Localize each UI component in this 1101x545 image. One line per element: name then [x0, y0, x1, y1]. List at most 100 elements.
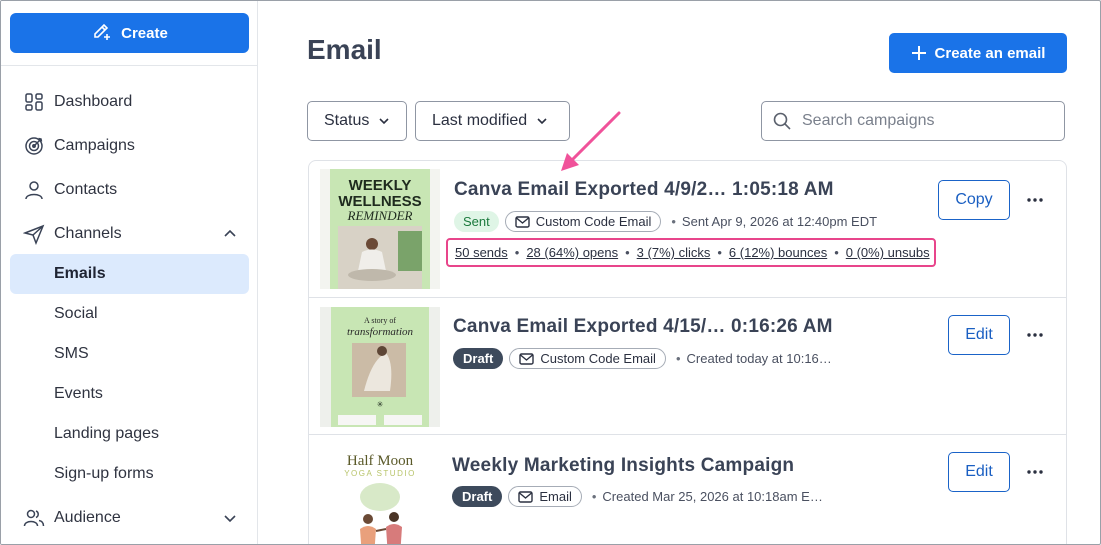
sidebar-item-label: Campaigns: [54, 137, 135, 154]
sidebar-item-label: Dashboard: [54, 93, 133, 110]
campaign-row[interactable]: WEEKLY WELLNESS REMINDER Canva Email Exp…: [309, 161, 1066, 298]
dashboard-icon: [23, 91, 45, 113]
sidebar-item-label: Social: [54, 305, 98, 322]
transformation-thumbnail-art: A story of transformation ✳: [320, 307, 440, 427]
campaign-row[interactable]: A story of transformation ✳ Canva Email …: [309, 298, 1066, 435]
search-box[interactable]: [761, 101, 1065, 141]
sidebar-item-signup-forms[interactable]: Sign-up forms: [10, 454, 249, 494]
sidebar-item-label: SMS: [54, 345, 89, 362]
chevron-up-icon: [224, 229, 236, 237]
unsubs-link[interactable]: 0 (0%) unsubs: [846, 245, 930, 260]
search-input[interactable]: [802, 112, 1052, 130]
separator-dot: •: [671, 214, 676, 229]
sort-label: Last modified: [432, 112, 528, 129]
sidebar-item-audience[interactable]: Audience: [10, 498, 249, 538]
separator-dot: •: [675, 351, 681, 366]
sidebar-item-label: Sign-up forms: [54, 465, 154, 482]
edit-button[interactable]: Edit: [948, 452, 1010, 492]
sidebar-item-events[interactable]: Events: [10, 374, 249, 414]
chevron-down-icon: [537, 118, 547, 125]
envelope-icon: [519, 352, 535, 365]
separator-dot: •: [591, 489, 597, 504]
bounces-link[interactable]: 6 (12%) bounces: [729, 245, 827, 260]
thumb-line2: transformation: [347, 326, 414, 338]
stats-bar: 50 sends • 28 (64%) opens • 3 (7%) clicks •…: [446, 238, 936, 267]
plus-icon: [911, 46, 926, 60]
created-date: Created today at 10:16…: [686, 351, 832, 366]
sort-dropdown[interactable]: Last modified: [415, 101, 570, 141]
campaign-row[interactable]: Half Moon YOGA STUDIO Weekly Marketing I…: [309, 435, 1066, 544]
envelope-icon: [518, 490, 534, 503]
create-email-label: Create an email: [934, 44, 1046, 62]
type-label: Custom Code Email: [535, 214, 652, 229]
edit-button[interactable]: Edit: [948, 315, 1010, 355]
create-button-label: Create: [121, 24, 168, 42]
wellness-thumbnail-art: WEEKLY WELLNESS REMINDER: [320, 169, 440, 289]
email-thumbnail: Half Moon YOGA STUDIO: [320, 445, 440, 544]
campaign-title[interactable]: Canva Email Exported 4/15/… 0:16:26 AM: [453, 316, 833, 338]
status-badge: Draft: [453, 348, 504, 369]
type-label: Custom Code Email: [540, 351, 656, 366]
envelope-icon: [515, 215, 530, 228]
separator-dot: •: [717, 245, 722, 260]
sidebar-item-label: Emails: [54, 265, 106, 282]
campaign-meta: Sent Custom Code Email • Sent Apr 9, 202…: [454, 211, 877, 232]
sidebar-item-landing-pages[interactable]: Landing pages: [10, 414, 249, 454]
campaign-title[interactable]: Weekly Marketing Insights Campaign: [452, 455, 794, 477]
chevron-down-icon: [224, 515, 236, 523]
people-icon: [23, 507, 45, 529]
sidebar-item-emails[interactable]: Emails: [10, 254, 249, 294]
sidebar-item-label: Landing pages: [54, 425, 159, 442]
more-options-icon[interactable]: [1024, 324, 1046, 346]
create-button[interactable]: Create: [10, 13, 249, 53]
sidebar-item-campaigns[interactable]: Campaigns: [10, 126, 249, 166]
chevron-down-icon: [379, 118, 389, 125]
app-window: Create Dashboard Campaigns Contacts Chan…: [0, 0, 1101, 545]
sidebar-item-sms[interactable]: SMS: [10, 334, 249, 374]
email-thumbnail: WEEKLY WELLNESS REMINDER: [320, 169, 440, 289]
sidebar-item-dashboard[interactable]: Dashboard: [10, 82, 249, 122]
status-badge: Sent: [454, 211, 499, 232]
sidebar-item-label: Contacts: [54, 181, 118, 198]
sends-link[interactable]: 50 sends: [455, 245, 508, 260]
page-title: Email: [307, 34, 382, 65]
create-email-button[interactable]: Create an email: [889, 33, 1067, 73]
campaign-list: WEEKLY WELLNESS REMINDER Canva Email Exp…: [308, 160, 1067, 544]
more-options-icon[interactable]: [1024, 189, 1046, 211]
search-icon: [773, 112, 791, 130]
campaign-meta: Draft Custom Code Email • Created today …: [453, 348, 832, 369]
send-icon: [23, 223, 45, 245]
thumb-line3: REMINDER: [347, 208, 413, 223]
separator-dot: •: [514, 245, 520, 260]
separator-dot: •: [625, 245, 630, 260]
sidebar-item-label: Audience: [54, 509, 121, 526]
type-chip: Custom Code Email: [504, 211, 662, 232]
halfmoon-thumbnail-art: Half Moon YOGA STUDIO: [320, 445, 440, 544]
sidebar: Create Dashboard Campaigns Contacts Chan…: [1, 1, 258, 544]
clicks-link[interactable]: 3 (7%) clicks: [637, 245, 711, 260]
thumb-line1: WEEKLY: [349, 177, 412, 194]
email-thumbnail: A story of transformation ✳: [320, 307, 440, 427]
created-date: Created Mar 25, 2026 at 10:18am E…: [602, 489, 823, 504]
sent-date: Sent Apr 9, 2026 at 12:40pm EDT: [681, 214, 878, 229]
opens-link[interactable]: 28 (64%) opens: [526, 245, 618, 260]
status-badge: Draft: [452, 486, 503, 507]
sidebar-item-social[interactable]: Social: [10, 294, 249, 334]
svg-text:✳: ✳: [377, 400, 384, 409]
separator-dot: •: [834, 245, 839, 260]
pen-plus-icon: [91, 20, 113, 46]
campaign-title[interactable]: Canva Email Exported 4/9/2… 1:05:18 AM: [454, 179, 834, 201]
more-options-icon[interactable]: [1024, 461, 1046, 483]
copy-button[interactable]: Copy: [938, 180, 1010, 220]
sidebar-item-contacts[interactable]: Contacts: [10, 170, 249, 210]
target-icon: [23, 135, 45, 157]
sidebar-divider: [1, 65, 257, 66]
sidebar-item-channels[interactable]: Channels: [10, 214, 249, 254]
status-filter-dropdown[interactable]: Status: [307, 101, 407, 141]
person-icon: [23, 179, 45, 201]
thumb-line1: Half Moon: [347, 453, 414, 469]
type-label: Email: [539, 489, 572, 504]
thumb-line1: A story of: [364, 316, 396, 325]
type-chip: Custom Code Email: [509, 348, 666, 369]
thumb-line2: YOGA STUDIO: [344, 469, 416, 478]
